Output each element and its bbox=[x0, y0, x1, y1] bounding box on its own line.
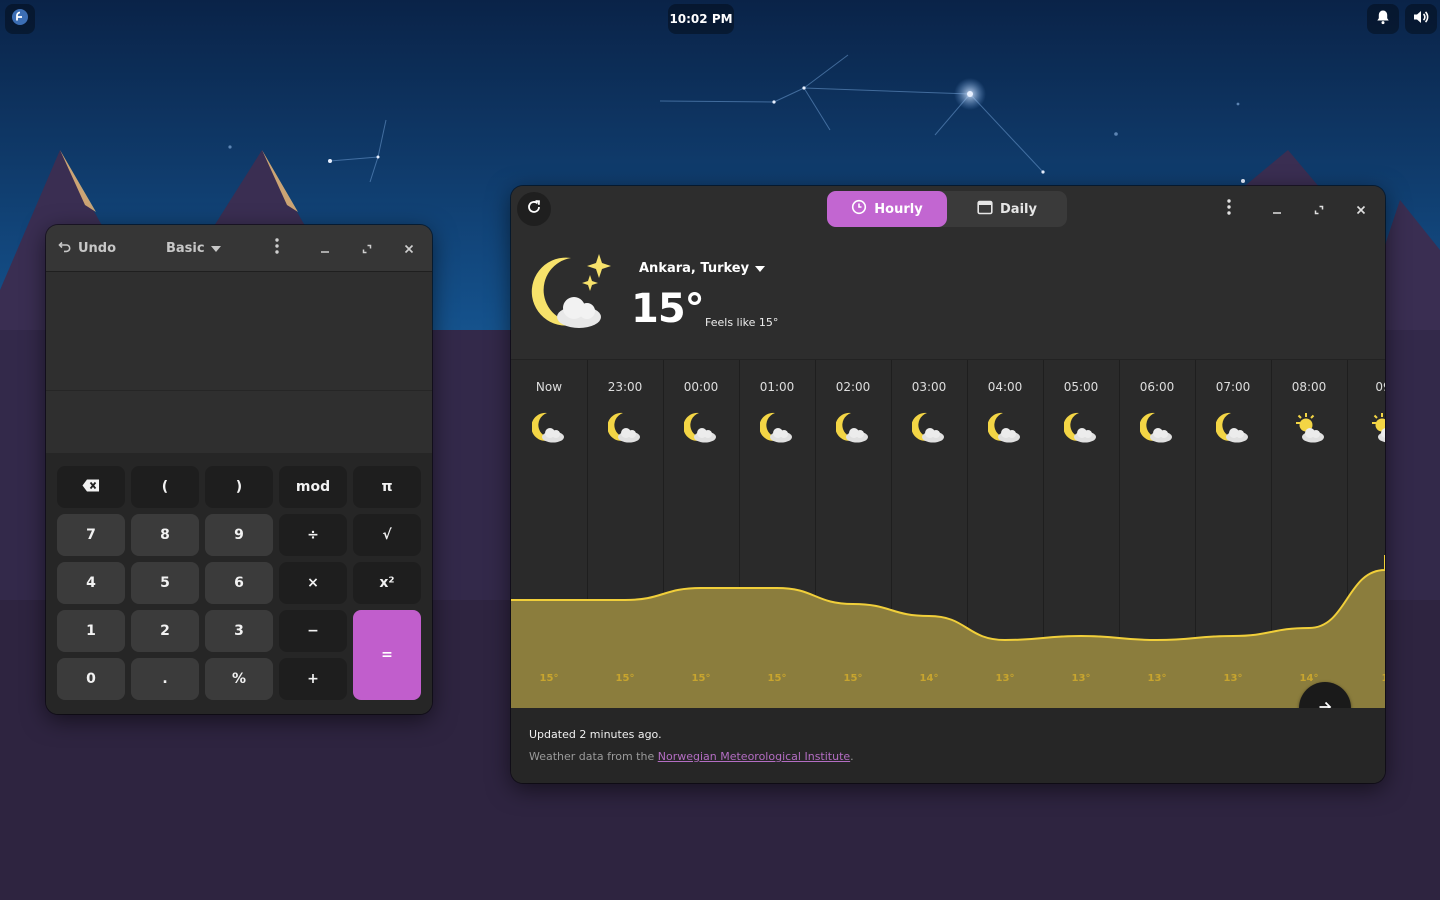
activities-button[interactable] bbox=[5, 4, 35, 34]
maximize-button[interactable] bbox=[1307, 197, 1331, 221]
mod-button[interactable]: mod bbox=[279, 466, 347, 508]
menu-button[interactable] bbox=[1217, 197, 1241, 221]
hour-temperature: 14° bbox=[919, 673, 939, 684]
tab-hourly[interactable]: Hourly bbox=[827, 191, 947, 227]
moon-cloud-icon bbox=[529, 252, 611, 336]
hour-temperature: 13° bbox=[995, 673, 1015, 684]
chevron-down-icon bbox=[210, 241, 221, 256]
view-switcher: Hourly Daily bbox=[827, 191, 1067, 227]
square-button[interactable]: x² bbox=[353, 562, 421, 604]
mode-selector[interactable]: Basic bbox=[166, 235, 221, 261]
digit-4-button[interactable]: 4 bbox=[57, 562, 125, 604]
current-temperature: 15° bbox=[631, 286, 705, 332]
weather-footer: Updated 2 minutes ago. Weather data from… bbox=[511, 707, 1385, 783]
notifications-button[interactable] bbox=[1367, 4, 1399, 34]
calculator-headerbar: Undo Basic bbox=[46, 225, 432, 272]
decimal-point-button[interactable]: . bbox=[131, 658, 199, 700]
close-button[interactable] bbox=[397, 236, 421, 260]
digit-1-button[interactable]: 1 bbox=[57, 610, 125, 652]
tab-hourly-label: Hourly bbox=[874, 201, 923, 217]
equals-button[interactable]: = bbox=[353, 610, 421, 700]
tab-daily-label: Daily bbox=[1000, 201, 1037, 217]
right-paren-button[interactable]: ) bbox=[205, 466, 273, 508]
arrow-right-icon bbox=[1318, 699, 1332, 708]
chevron-down-icon bbox=[755, 261, 766, 276]
divide-button[interactable]: ÷ bbox=[279, 514, 347, 556]
digit-8-button[interactable]: 8 bbox=[131, 514, 199, 556]
minimize-button[interactable] bbox=[313, 236, 337, 260]
volume-icon bbox=[1412, 9, 1430, 29]
backspace-button[interactable] bbox=[57, 466, 125, 508]
fedora-logo-icon bbox=[11, 8, 29, 30]
refresh-button[interactable] bbox=[517, 192, 551, 226]
digit-7-button[interactable]: 7 bbox=[57, 514, 125, 556]
weather-headerbar: Hourly Daily bbox=[511, 186, 1385, 232]
temperature-graph bbox=[511, 555, 1385, 708]
hour-temperature: 15° bbox=[843, 673, 863, 684]
weather-window: Hourly Daily Ankara, Turkey 15° Feels li… bbox=[511, 186, 1385, 783]
hour-temperature: 14° bbox=[1299, 673, 1319, 684]
hour-temperature: 1 bbox=[1347, 673, 1385, 684]
updated-text: Updated 2 minutes ago. bbox=[529, 728, 662, 741]
calculator-window: Undo Basic ( ) mod π 7 8 9 ÷ √ 4 5 6 × x… bbox=[46, 225, 432, 714]
undo-button[interactable]: Undo bbox=[58, 235, 116, 261]
kebab-menu-icon bbox=[1227, 199, 1231, 219]
maximize-button[interactable] bbox=[355, 236, 379, 260]
maximize-icon bbox=[1314, 200, 1324, 219]
close-button[interactable] bbox=[1349, 197, 1373, 221]
close-icon bbox=[404, 239, 414, 258]
equation-entry[interactable] bbox=[46, 391, 432, 454]
digit-9-button[interactable]: 9 bbox=[205, 514, 273, 556]
location-selector[interactable]: Ankara, Turkey bbox=[639, 261, 766, 276]
pi-button[interactable]: π bbox=[353, 466, 421, 508]
temperature-area bbox=[511, 555, 1385, 708]
backspace-icon bbox=[82, 479, 100, 496]
hour-temperature: 13° bbox=[1147, 673, 1167, 684]
credit-text: Weather data from the Norwegian Meteorol… bbox=[529, 750, 854, 763]
hour-temperature: 15° bbox=[691, 673, 711, 684]
hour-temperature: 13° bbox=[1071, 673, 1091, 684]
percent-button[interactable]: % bbox=[205, 658, 273, 700]
credit-prefix: Weather data from the bbox=[529, 750, 658, 763]
left-paren-button[interactable]: ( bbox=[131, 466, 199, 508]
top-bar: 10:02 PM bbox=[0, 0, 1440, 38]
menu-button[interactable] bbox=[265, 236, 289, 260]
undo-label: Undo bbox=[78, 240, 117, 256]
maximize-icon bbox=[362, 239, 372, 258]
history-view bbox=[46, 272, 432, 391]
calendar-icon bbox=[977, 200, 993, 219]
close-icon bbox=[1356, 200, 1366, 219]
hourly-forecast[interactable]: Now 15° 23:00 15° 00:00 15° 01:00 15° 02:00 15° 03… bbox=[511, 359, 1385, 708]
location-label: Ankara, Turkey bbox=[639, 261, 750, 276]
mode-label: Basic bbox=[166, 240, 205, 256]
minimize-icon bbox=[320, 239, 330, 258]
digit-5-button[interactable]: 5 bbox=[131, 562, 199, 604]
keypad: ( ) mod π 7 8 9 ÷ √ 4 5 6 × x² 1 2 3 − =… bbox=[46, 454, 432, 714]
undo-icon bbox=[58, 239, 72, 257]
hour-temperature: 15° bbox=[615, 673, 635, 684]
clock-icon bbox=[851, 199, 867, 219]
hour-temperature: 15° bbox=[767, 673, 787, 684]
add-button[interactable]: + bbox=[279, 658, 347, 700]
bell-icon bbox=[1375, 9, 1391, 29]
sqrt-button[interactable]: √ bbox=[353, 514, 421, 556]
hour-temperature: 15° bbox=[539, 673, 559, 684]
multiply-button[interactable]: × bbox=[279, 562, 347, 604]
hour-temperature: 13° bbox=[1223, 673, 1243, 684]
credit-suffix: . bbox=[850, 750, 854, 763]
digit-6-button[interactable]: 6 bbox=[205, 562, 273, 604]
minimize-icon bbox=[1272, 200, 1282, 219]
digit-3-button[interactable]: 3 bbox=[205, 610, 273, 652]
minimize-button[interactable] bbox=[1265, 197, 1289, 221]
subtract-button[interactable]: − bbox=[279, 610, 347, 652]
feels-like: Feels like 15° bbox=[705, 316, 779, 329]
refresh-icon bbox=[526, 199, 542, 219]
system-menu-button[interactable] bbox=[1405, 4, 1437, 34]
met-institute-link[interactable]: Norwegian Meteorological Institute bbox=[658, 750, 850, 763]
clock[interactable]: 10:02 PM bbox=[668, 4, 734, 34]
tab-daily[interactable]: Daily bbox=[947, 191, 1067, 227]
kebab-menu-icon bbox=[275, 238, 279, 258]
digit-0-button[interactable]: 0 bbox=[57, 658, 125, 700]
digit-2-button[interactable]: 2 bbox=[131, 610, 199, 652]
